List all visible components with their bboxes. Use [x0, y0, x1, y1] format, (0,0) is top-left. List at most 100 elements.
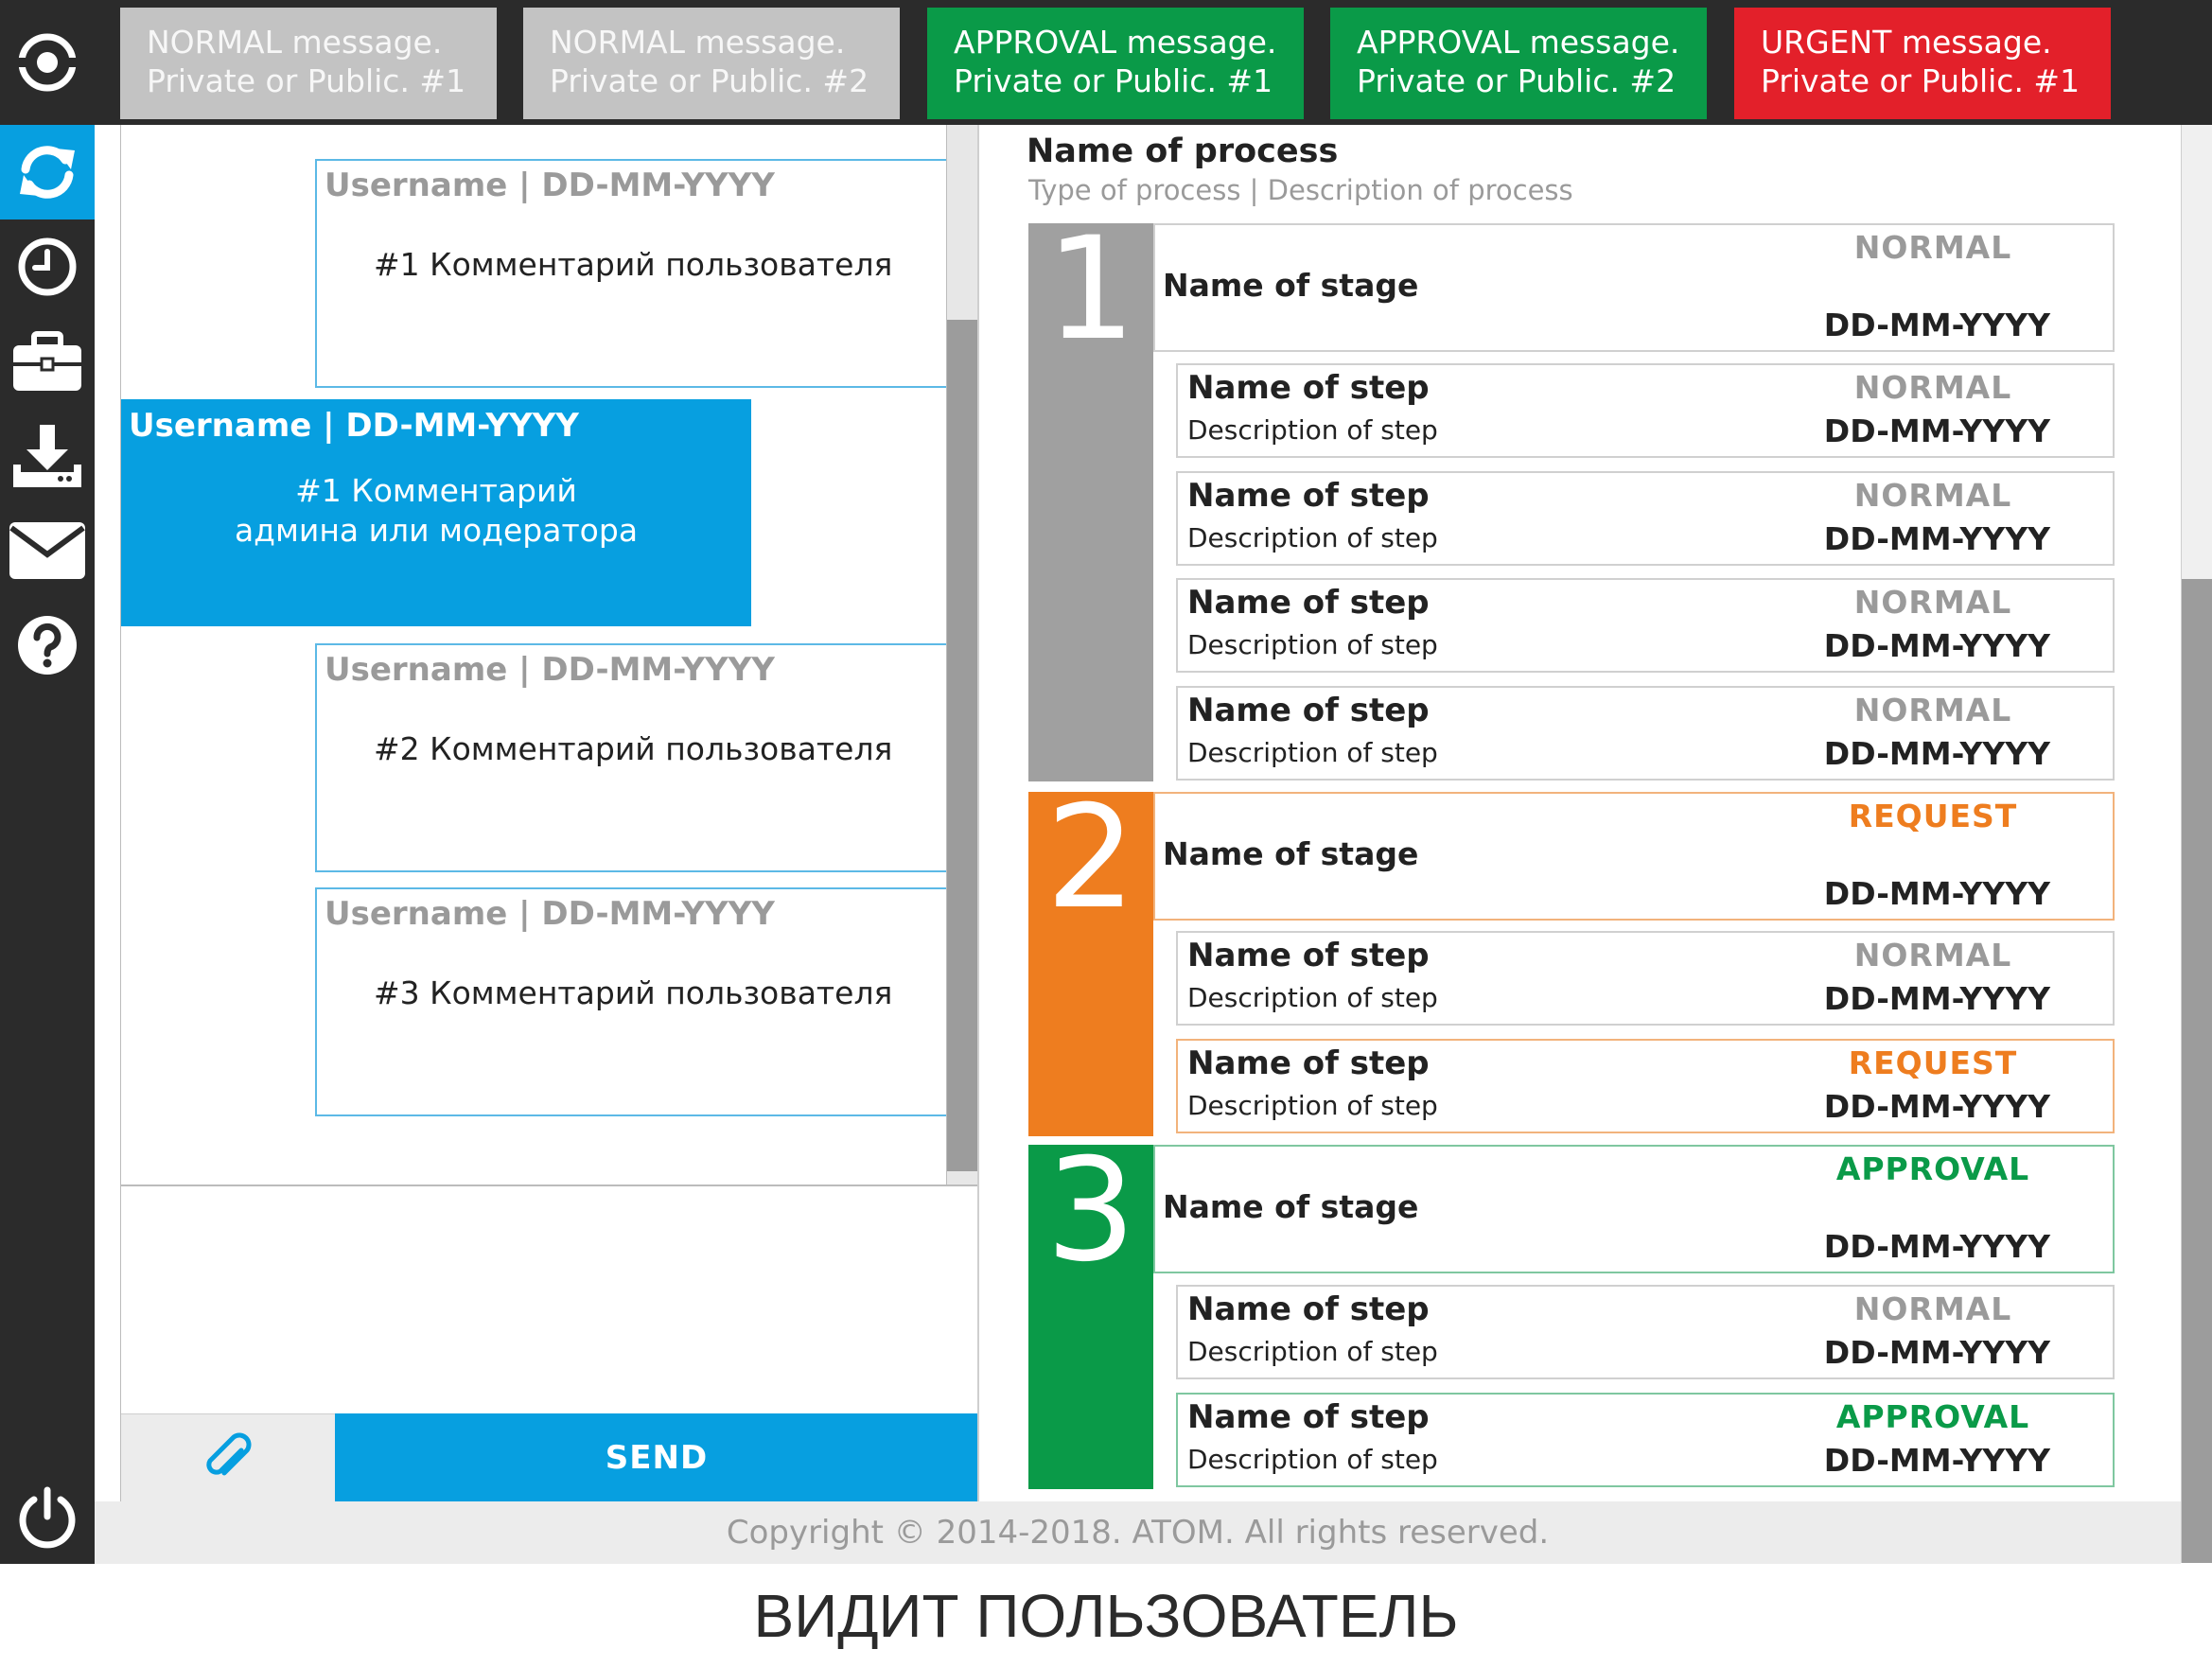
- stage-name: Name of stage: [1163, 835, 1419, 872]
- step-date: DD-MM-YYYY: [1823, 627, 2050, 664]
- comments-panel: Username | DD-MM-YYYY #1 Комментарий пол…: [120, 125, 978, 1501]
- step-1-3[interactable]: Name of step Description of step NORMAL …: [1176, 578, 2115, 673]
- comments-list: Username | DD-MM-YYYY #1 Комментарий пол…: [121, 125, 978, 1186]
- comment-text: #1 Комментарий админа или модератора: [121, 471, 751, 551]
- notification-title: APPROVAL message.: [954, 24, 1277, 61]
- step-description: Description of step: [1187, 737, 1438, 768]
- comment-header: Username | DD-MM-YYYY: [325, 167, 775, 204]
- comment-user-1: Username | DD-MM-YYYY #1 Комментарий пол…: [315, 159, 978, 388]
- process-scroll-thumb[interactable]: [2182, 579, 2212, 1563]
- comment-text: #1 Комментарий пользователя: [374, 246, 893, 283]
- power-icon[interactable]: [0, 1470, 95, 1565]
- step-name: Name of step: [1187, 937, 1430, 974]
- paperclip-icon: [206, 1432, 252, 1476]
- copyright-text: Copyright © 2014-2018. ATOM. All rights …: [726, 1514, 1550, 1552]
- step-date: DD-MM-YYYY: [1823, 980, 2050, 1017]
- stage-number: 2: [1028, 787, 1153, 1136]
- comments-scrollbar[interactable]: [946, 125, 978, 1184]
- notification-urgent-1[interactable]: URGENT message. Private or Public. #1: [1734, 8, 2111, 119]
- step-name: Name of step: [1187, 369, 1430, 407]
- notification-subtitle: Private or Public. #1: [1761, 62, 2080, 99]
- notification-subtitle: Private or Public. #1: [954, 62, 1273, 99]
- notification-bar: NORMAL message. Private or Public. #1 NO…: [95, 0, 2212, 125]
- sidebar: [0, 0, 95, 1564]
- help-icon[interactable]: [0, 598, 95, 693]
- step-description: Description of step: [1187, 1336, 1438, 1367]
- download-icon[interactable]: [0, 409, 95, 503]
- step-name: Name of step: [1187, 1290, 1430, 1328]
- process-scrollbar[interactable]: [2181, 125, 2212, 1563]
- comment-text: #2 Комментарий пользователя: [374, 730, 893, 767]
- step-status: REQUEST: [1848, 1044, 2018, 1081]
- step-2-1[interactable]: Name of step Description of step NORMAL …: [1176, 931, 2115, 1026]
- step-1-1[interactable]: Name of step Description of step NORMAL …: [1176, 363, 2115, 458]
- step-status: NORMAL: [1853, 369, 2012, 406]
- comment-header: Username | DD-MM-YYYY: [325, 895, 775, 933]
- step-status: NORMAL: [1853, 584, 2012, 621]
- step-3-1[interactable]: Name of step Description of step NORMAL …: [1176, 1285, 2115, 1379]
- stage-name: Name of stage: [1163, 1188, 1419, 1225]
- send-button[interactable]: SEND: [335, 1413, 978, 1501]
- process-panel: Name of process Type of process | Descri…: [977, 125, 2181, 1501]
- stage-card[interactable]: Name of stage APPROVAL DD-MM-YYYY: [1153, 1145, 2115, 1273]
- step-description: Description of step: [1187, 1444, 1438, 1475]
- comment-header: Username | DD-MM-YYYY: [129, 407, 579, 445]
- process-description: Type of process | Description of process: [1028, 174, 1573, 206]
- step-status: NORMAL: [1853, 937, 2012, 974]
- step-description: Description of step: [1187, 522, 1438, 553]
- step-status: APPROVAL: [1835, 1398, 2030, 1435]
- comment-admin-1: Username | DD-MM-YYYY #1 Комментарий адм…: [121, 399, 751, 626]
- step-status: NORMAL: [1853, 477, 2012, 514]
- comment-user-3: Username | DD-MM-YYYY #3 Комментарий пол…: [315, 887, 978, 1116]
- comment-input[interactable]: [121, 1188, 978, 1413]
- stage-card[interactable]: Name of stage REQUEST DD-MM-YYYY: [1153, 792, 2115, 921]
- attach-button[interactable]: [121, 1413, 335, 1501]
- step-date: DD-MM-YYYY: [1823, 735, 2050, 772]
- mail-icon[interactable]: [0, 503, 95, 598]
- step-description: Description of step: [1187, 414, 1438, 446]
- comment-header: Username | DD-MM-YYYY: [325, 651, 775, 689]
- step-2-2[interactable]: Name of step Description of step REQUEST…: [1176, 1039, 2115, 1133]
- stage-status: REQUEST: [1848, 798, 2018, 834]
- notification-normal-1[interactable]: NORMAL message. Private or Public. #1: [120, 8, 497, 119]
- comment-text-line: #1 Комментарий: [295, 472, 577, 509]
- step-date: DD-MM-YYYY: [1823, 520, 2050, 557]
- notification-approval-1[interactable]: APPROVAL message. Private or Public. #1: [927, 8, 1304, 119]
- briefcase-icon[interactable]: [0, 314, 95, 409]
- step-date: DD-MM-YYYY: [1823, 1088, 2050, 1125]
- process-name: Name of process: [1027, 132, 1339, 170]
- step-name: Name of step: [1187, 1398, 1430, 1436]
- step-name: Name of step: [1187, 692, 1430, 729]
- notification-title: URGENT message.: [1761, 24, 2052, 61]
- step-description: Description of step: [1187, 1090, 1438, 1121]
- logo-eye-icon[interactable]: [0, 15, 95, 110]
- refresh-icon[interactable]: [0, 125, 95, 219]
- clock-icon[interactable]: [0, 219, 95, 314]
- stage-name: Name of stage: [1163, 267, 1419, 304]
- comment-text: #3 Комментарий пользователя: [374, 974, 893, 1011]
- notification-normal-2[interactable]: NORMAL message. Private or Public. #2: [523, 8, 900, 119]
- step-1-2[interactable]: Name of step Description of step NORMAL …: [1176, 471, 2115, 566]
- step-3-2[interactable]: Name of step Description of step APPROVA…: [1176, 1393, 2115, 1487]
- step-name: Name of step: [1187, 477, 1430, 515]
- stage-number: 3: [1028, 1140, 1153, 1489]
- notification-subtitle: Private or Public. #2: [1357, 62, 1677, 99]
- step-name: Name of step: [1187, 1044, 1430, 1082]
- comment-user-2: Username | DD-MM-YYYY #2 Комментарий пол…: [315, 643, 978, 872]
- step-status: NORMAL: [1853, 692, 2012, 728]
- stage-date: DD-MM-YYYY: [1823, 875, 2050, 912]
- notification-title: APPROVAL message.: [1357, 24, 1680, 61]
- notification-title: NORMAL message.: [147, 24, 443, 61]
- step-status: NORMAL: [1853, 1290, 2012, 1327]
- stage-card[interactable]: Name of stage NORMAL DD-MM-YYYY: [1153, 223, 2115, 352]
- stage-status: APPROVAL: [1835, 1150, 2030, 1187]
- step-description: Description of step: [1187, 982, 1438, 1013]
- notification-approval-2[interactable]: APPROVAL message. Private or Public. #2: [1330, 8, 1707, 119]
- notification-subtitle: Private or Public. #1: [147, 62, 466, 99]
- comments-scroll-thumb[interactable]: [947, 320, 978, 1171]
- step-date: DD-MM-YYYY: [1823, 1334, 2050, 1371]
- step-1-4[interactable]: Name of step Description of step NORMAL …: [1176, 686, 2115, 781]
- notification-subtitle: Private or Public. #2: [550, 62, 869, 99]
- stage-status: NORMAL: [1853, 229, 2012, 266]
- stage-number: 1: [1028, 219, 1153, 781]
